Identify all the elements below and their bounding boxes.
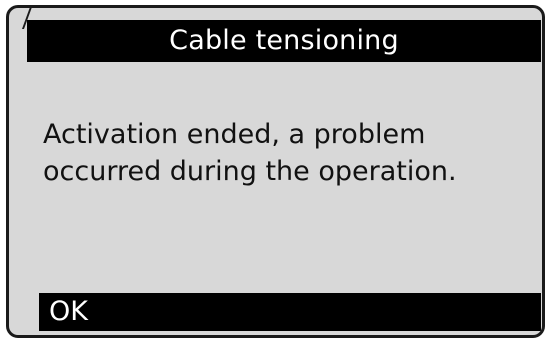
screen-bezel: Cable tensioning Activation ended, a pro…	[6, 5, 545, 338]
dialog-message: Activation ended, a problem occurred dur…	[43, 119, 457, 187]
dialog-title: Cable tensioning	[27, 20, 541, 62]
softkey-bar: OK	[39, 293, 541, 331]
ok-button[interactable]: OK	[49, 293, 88, 331]
device-screen: Cable tensioning Activation ended, a pro…	[0, 0, 551, 343]
